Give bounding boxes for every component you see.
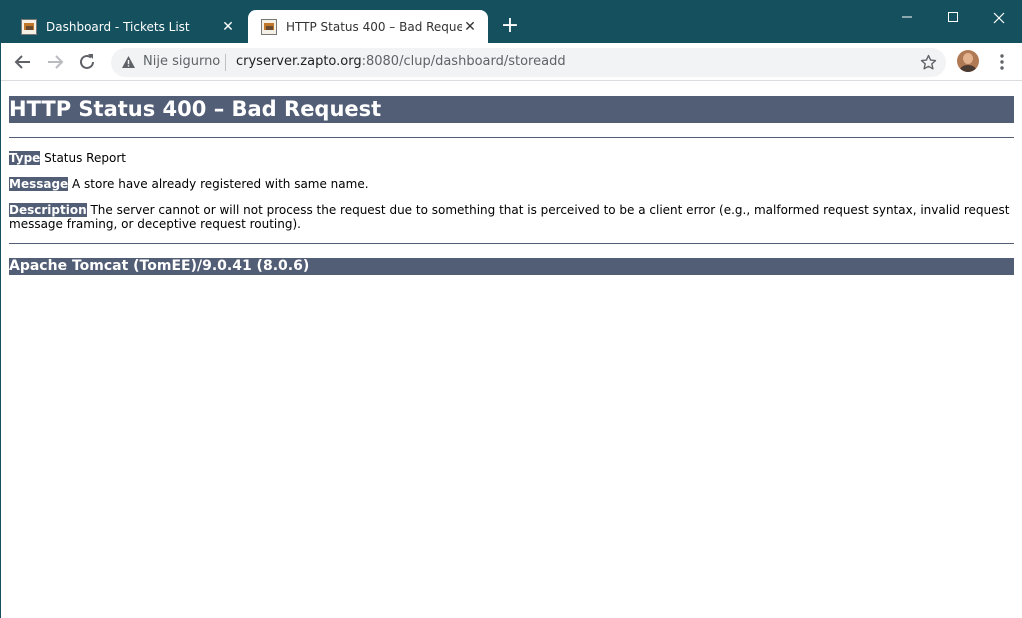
description-label: Description xyxy=(9,203,87,217)
close-tab-icon[interactable]: ✕ xyxy=(462,19,478,35)
window-frame-edge xyxy=(0,43,1,618)
message-label: Message xyxy=(9,177,69,191)
profile-avatar[interactable] xyxy=(957,50,979,72)
site-favicon-icon xyxy=(21,18,37,35)
address-separator xyxy=(225,54,226,71)
close-window-button[interactable] xyxy=(976,6,1022,28)
forward-arrow-icon xyxy=(48,55,64,69)
address-bar[interactable]: Nije sigurno cryserver.zapto.org:8080/cl… xyxy=(111,48,946,77)
security-status-label[interactable]: Nije sigurno xyxy=(143,54,220,69)
new-tab-button[interactable]: + xyxy=(499,15,521,37)
warning-icon xyxy=(122,56,135,68)
minimize-button[interactable] xyxy=(884,6,930,28)
browser-title-bar: Dashboard - Tickets List ✕ HTTP Status 4… xyxy=(0,0,1022,43)
site-favicon-icon xyxy=(261,18,277,35)
url-host: cryserver.zapto.org xyxy=(236,54,362,69)
back-arrow-icon xyxy=(14,55,30,69)
forward-button[interactable] xyxy=(44,51,66,73)
back-button[interactable] xyxy=(12,51,34,73)
divider xyxy=(9,137,1014,138)
maximize-button[interactable] xyxy=(930,6,976,28)
reload-button[interactable] xyxy=(76,51,98,73)
maximize-icon xyxy=(948,11,958,22)
type-label: Type xyxy=(9,151,41,165)
reload-icon xyxy=(80,54,94,69)
type-value: Status Report xyxy=(40,151,126,165)
url-text[interactable]: cryserver.zapto.org:8080/clup/dashboard/… xyxy=(236,54,566,69)
page-content: HTTP Status 400 – Bad Request Type Statu… xyxy=(9,96,1014,275)
tab-title: HTTP Status 400 – Bad Request xyxy=(286,19,462,34)
close-tab-icon[interactable]: ✕ xyxy=(220,19,236,35)
divider xyxy=(9,243,1014,244)
tab-dashboard[interactable]: Dashboard - Tickets List ✕ xyxy=(8,10,246,43)
browser-menu-button[interactable] xyxy=(991,51,1013,73)
more-vert-icon xyxy=(1000,54,1004,70)
description-row: Description The server cannot or will no… xyxy=(9,203,1014,231)
description-value: The server cannot or will not process th… xyxy=(9,203,1010,231)
server-info: Apache Tomcat (TomEE)/9.0.41 (8.0.6) xyxy=(9,258,1014,275)
browser-toolbar: Nije sigurno cryserver.zapto.org:8080/cl… xyxy=(1,43,1022,81)
minimize-icon xyxy=(902,16,912,17)
tab-bad-request[interactable]: HTTP Status 400 – Bad Request ✕ xyxy=(248,10,488,43)
bookmark-star-icon[interactable] xyxy=(920,54,937,71)
error-heading: HTTP Status 400 – Bad Request xyxy=(9,96,1014,123)
tab-title: Dashboard - Tickets List xyxy=(46,19,190,34)
url-path: :8080/clup/dashboard/storeadd xyxy=(361,54,566,69)
close-icon xyxy=(993,12,1005,23)
message-value: A store have already registered with sam… xyxy=(68,177,369,191)
type-row: Type Status Report xyxy=(9,151,1014,165)
message-row: Message A store have already registered … xyxy=(9,177,1014,191)
